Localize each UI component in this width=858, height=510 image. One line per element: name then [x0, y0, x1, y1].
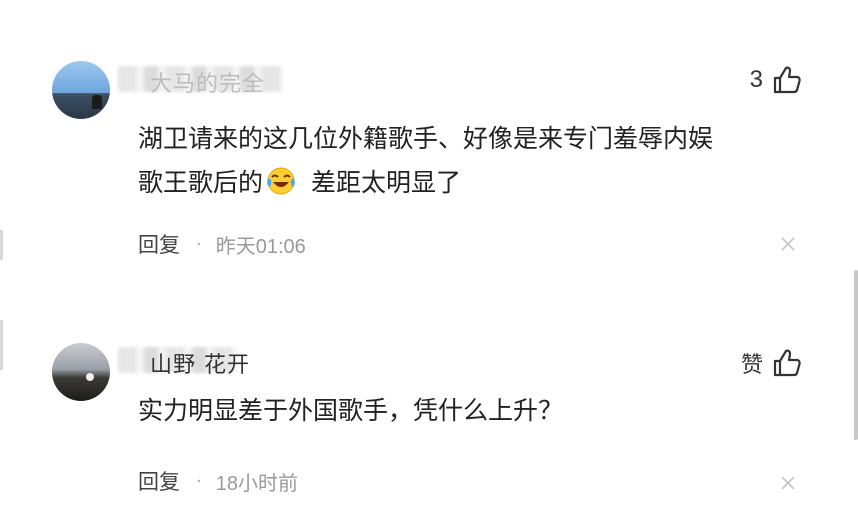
avatar[interactable]: [52, 343, 110, 401]
like-count: 3: [749, 66, 763, 93]
like-button[interactable]: 3: [750, 64, 803, 96]
comment-text-line: 歌王歌后的 差距太明显了: [138, 161, 798, 205]
like-button[interactable]: 赞: [741, 347, 803, 379]
comment-text-segment: 差距太明显了: [303, 168, 461, 197]
laughing-crying-emoji-icon: [267, 167, 295, 195]
comment-meta: 回复 · 18小时前: [138, 466, 298, 496]
avatar[interactable]: [52, 61, 110, 119]
username[interactable]: 大马的完全: [150, 66, 265, 98]
close-icon[interactable]: [780, 475, 796, 491]
meta-separator: ·: [196, 470, 202, 492]
close-icon[interactable]: [780, 236, 796, 252]
comment-meta: 回复 · 昨天01:06: [138, 229, 306, 259]
timestamp: 昨天01:06: [215, 235, 306, 258]
username[interactable]: 山野 花开: [150, 347, 250, 379]
like-label: 赞: [740, 353, 763, 378]
comment-item: 山野 花开 赞 实力明显差于外国歌手，凭什么上升？ 回复 · 18小时前: [0, 290, 858, 510]
comment-text-line: 湖卫请来的这几位外籍歌手、好像是来专门羞辱内娱: [138, 124, 714, 153]
thumbs-up-icon[interactable]: [771, 64, 803, 96]
reply-button[interactable]: 回复: [138, 466, 180, 496]
thumbs-up-icon[interactable]: [771, 347, 803, 379]
comment-text: 实力明显差于外国歌手，凭什么上升？: [138, 396, 564, 425]
avatar-figure: [86, 373, 94, 381]
comment-text-segment: 歌王歌后的: [138, 168, 264, 197]
avatar-figure: [92, 95, 102, 109]
comment-text: 湖卫请来的这几位外籍歌手、好像是来专门羞辱内娱 歌王歌后的 差距太明显了: [138, 117, 798, 205]
reply-button[interactable]: 回复: [138, 229, 180, 259]
meta-separator: ·: [196, 233, 202, 255]
comment-item: 大马的完全 3 湖卫请来的这几位外籍歌手、好像是来专门羞辱内娱 歌王歌后的 差距…: [0, 0, 858, 290]
timestamp: 18小时前: [215, 472, 298, 495]
